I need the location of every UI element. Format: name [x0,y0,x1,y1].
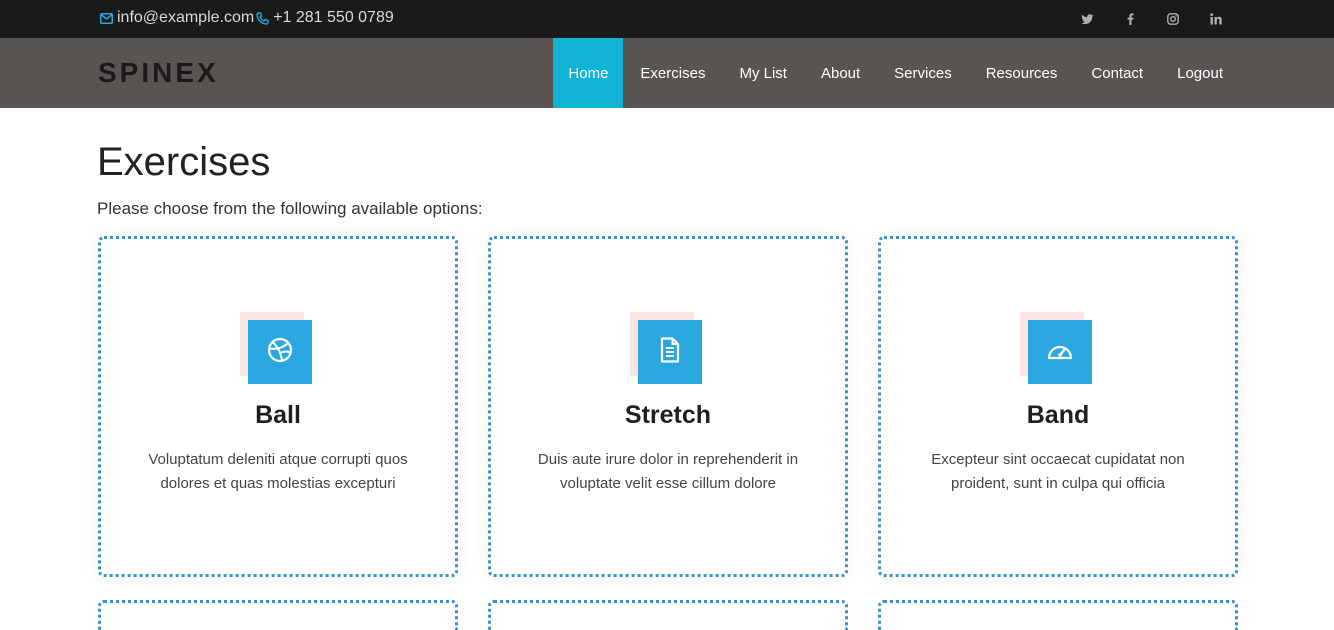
nav-item-contact[interactable]: Contact [1074,38,1160,108]
linkedin-icon[interactable] [1208,11,1224,27]
speedometer-icon [1046,340,1074,365]
nav-item-services[interactable]: Services [877,38,969,108]
nav-item-about[interactable]: About [804,38,877,108]
twitter-icon[interactable] [1079,11,1095,27]
email-link[interactable]: info@example.com [117,9,254,27]
site-logo[interactable]: SPINEX [98,57,219,89]
exercise-card-partial[interactable] [98,600,458,630]
nav-item-my-list[interactable]: My List [722,38,804,108]
nav-item-resources[interactable]: Resources [969,38,1075,108]
document-icon [660,336,680,368]
top-bar: info@example.com +1 281 550 0789 [0,0,1334,38]
exercise-card-band[interactable]: Band Excepteur sint occaecat cupidatat n… [878,236,1238,577]
icon-tile [1028,320,1092,384]
exercise-card-ball[interactable]: Ball Voluptatum deleniti atque corrupti … [98,236,458,577]
nav-item-logout[interactable]: Logout [1160,38,1240,108]
phone-icon [254,10,270,26]
social-links [1052,11,1224,27]
icon-tile [638,320,702,384]
main-navbar: SPINEX Home Exercises My List About Serv… [0,38,1334,108]
card-description: Duis aute irure dolor in reprehenderit i… [537,451,799,492]
page-subtitle: Please choose from the following availab… [97,199,483,218]
contact-info: info@example.com +1 281 550 0789 [98,9,394,27]
instagram-icon[interactable] [1165,11,1181,27]
card-title: Ball [255,401,301,429]
card-description: Voluptatum deleniti atque corrupti quos … [148,451,408,492]
exercise-card-partial[interactable] [878,600,1238,630]
main-nav: Home Exercises My List About Services Re… [553,38,1240,108]
exercise-card-stretch[interactable]: Stretch Duis aute irure dolor in reprehe… [488,236,848,577]
phone-link[interactable]: +1 281 550 0789 [273,9,394,27]
nav-item-home[interactable]: Home [553,38,624,108]
page-title: Exercises [97,140,271,184]
card-icon-wrap [630,312,702,384]
card-title: Band [1026,401,1090,429]
nav-item-exercises[interactable]: Exercises [623,38,722,108]
exercise-card-partial[interactable] [488,600,848,630]
card-title: Stretch [624,401,712,429]
envelope-icon [98,10,114,26]
card-icon-wrap [240,312,312,384]
dribbble-icon [267,337,293,368]
card-description: Excepteur sint occaecat cupidatat non pr… [931,451,1185,492]
facebook-icon[interactable] [1122,11,1138,27]
card-icon-wrap [1020,312,1092,384]
icon-tile [248,320,312,384]
